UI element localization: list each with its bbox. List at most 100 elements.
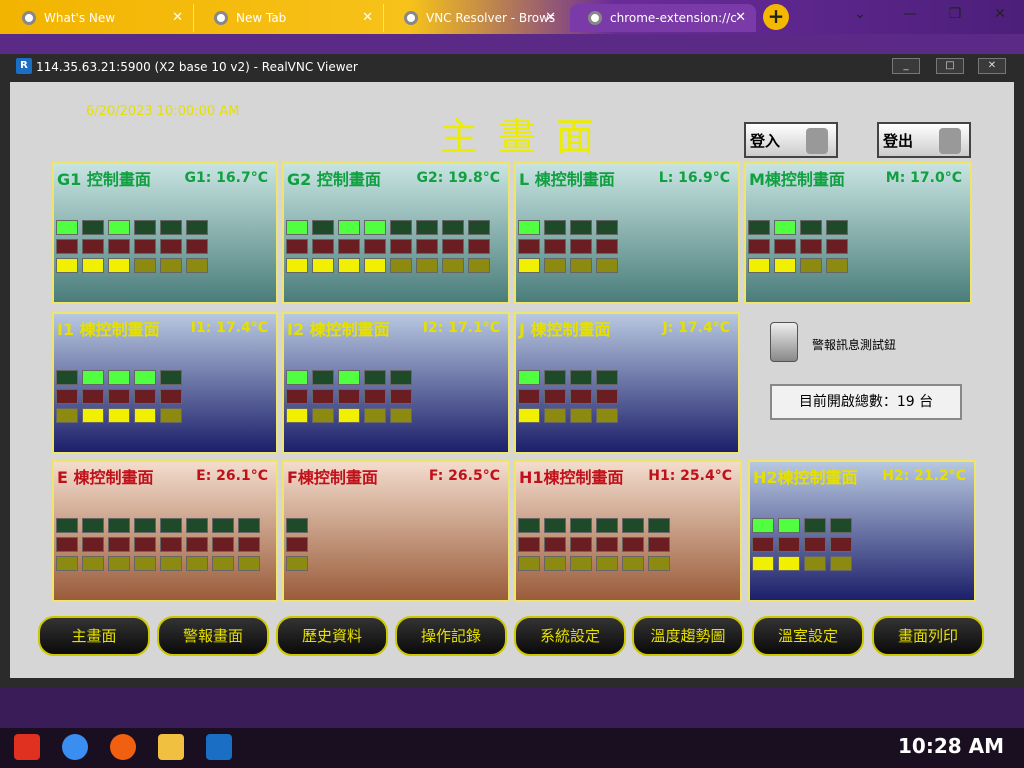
indicator xyxy=(186,537,208,552)
indicator xyxy=(830,556,852,571)
indicator xyxy=(134,537,156,552)
nav-button-2[interactable]: 歷史資料 xyxy=(276,616,388,656)
indicator xyxy=(160,556,182,571)
minimize-icon[interactable]: — xyxy=(900,6,920,22)
logout-button[interactable]: 登出 xyxy=(877,122,971,158)
chevron-down-icon[interactable]: ⌄ xyxy=(850,6,870,22)
indicator xyxy=(160,518,182,533)
nav-button-0[interactable]: 主畫面 xyxy=(38,616,150,656)
panel-4[interactable]: I1 棟控制畫面 I1: 17.4°C xyxy=(52,312,278,454)
panel-title: J 棟控制畫面 xyxy=(519,320,611,339)
nav-button-6[interactable]: 溫室設定 xyxy=(752,616,864,656)
indicator xyxy=(212,556,234,571)
panel-3[interactable]: M棟控制畫面 M: 17.0°C xyxy=(744,162,972,304)
indicator xyxy=(518,556,540,571)
indicator xyxy=(108,556,130,571)
vnc-minimize-icon[interactable]: _ xyxy=(892,58,920,74)
indicator xyxy=(286,556,308,571)
indicator xyxy=(800,258,822,273)
panel-title: H1棟控制畫面 xyxy=(519,468,624,487)
chrome-icon[interactable] xyxy=(62,734,88,760)
indicator xyxy=(544,556,566,571)
indicator xyxy=(596,518,618,533)
indicator xyxy=(312,258,334,273)
browser-toolbar xyxy=(0,34,1024,54)
nav-button-7[interactable]: 畫面列印 xyxy=(872,616,984,656)
indicator xyxy=(778,537,800,552)
indicator xyxy=(570,537,592,552)
indicator xyxy=(312,389,334,404)
panel-6[interactable]: J 棟控制畫面 J: 17.4°C xyxy=(514,312,740,454)
firefox-icon[interactable] xyxy=(110,734,136,760)
panel-9[interactable]: H1棟控制畫面 H1: 25.4°C xyxy=(514,460,742,602)
indicator xyxy=(622,556,644,571)
folder-icon[interactable] xyxy=(158,734,184,760)
tab-new-tab[interactable]: New Tab ✕ xyxy=(196,4,384,32)
nav-button-5[interactable]: 溫度趨勢圖 xyxy=(632,616,744,656)
indicator xyxy=(830,537,852,552)
maximize-icon[interactable]: ❐ xyxy=(945,6,965,22)
panel-10[interactable]: H2棟控制畫面 H2: 21.2°C xyxy=(748,460,976,602)
panel-title: L 棟控制畫面 xyxy=(519,170,615,189)
panel-0[interactable]: G1 控制畫面 G1: 16.7°C xyxy=(52,162,278,304)
indicator xyxy=(286,220,308,235)
indicator xyxy=(390,370,412,385)
nav-button-1[interactable]: 警報畫面 xyxy=(157,616,269,656)
taskbar xyxy=(0,728,1024,768)
panel-8[interactable]: F棟控制畫面 F: 26.5°C xyxy=(282,460,510,602)
indicator xyxy=(544,220,566,235)
keys-icon xyxy=(806,128,828,154)
panel-5[interactable]: I2 棟控制畫面 I2: 17.1°C xyxy=(282,312,510,454)
vnc-maximize-icon[interactable]: □ xyxy=(936,58,964,74)
close-icon[interactable]: ✕ xyxy=(545,4,556,32)
nav-button-3[interactable]: 操作記錄 xyxy=(395,616,507,656)
indicator xyxy=(160,239,182,254)
new-tab-button[interactable]: + xyxy=(763,4,789,30)
login-button[interactable]: 登入 xyxy=(744,122,838,158)
indicator xyxy=(82,239,104,254)
indicator xyxy=(596,408,618,423)
indicator xyxy=(774,258,796,273)
indicator xyxy=(212,518,234,533)
indicator xyxy=(748,220,770,235)
tab-vnc-resolver[interactable]: VNC Resolver - Brows ✕ xyxy=(386,4,566,32)
chrome-icon xyxy=(214,11,228,25)
indicator xyxy=(108,220,130,235)
indicator xyxy=(390,408,412,423)
panel-title: G2 控制畫面 xyxy=(287,170,381,189)
panel-temp: G2: 19.8°C xyxy=(416,170,500,186)
indicator xyxy=(364,389,386,404)
close-icon[interactable]: ✕ xyxy=(362,4,373,32)
panel-title: E 棟控制畫面 xyxy=(57,468,154,487)
realvnc-icon[interactable] xyxy=(206,734,232,760)
indicator xyxy=(286,370,308,385)
panel-2[interactable]: L 棟控制畫面 L: 16.9°C xyxy=(514,162,740,304)
close-icon[interactable]: ✕ xyxy=(172,4,183,32)
indicator xyxy=(134,556,156,571)
indicator xyxy=(108,239,130,254)
vnc-close-icon[interactable]: ✕ xyxy=(978,58,1006,74)
start-icon[interactable] xyxy=(14,734,40,760)
indicator-grid xyxy=(518,518,670,571)
indicator xyxy=(56,239,78,254)
indicator xyxy=(570,556,592,571)
indicator xyxy=(518,258,540,273)
indicator xyxy=(56,389,78,404)
tab-chrome-extension[interactable]: chrome-extension://c ✕ xyxy=(570,4,756,32)
indicator xyxy=(186,518,208,533)
indicator-grid xyxy=(518,220,618,273)
close-icon[interactable]: ✕ xyxy=(735,4,746,32)
indicator xyxy=(570,258,592,273)
indicator xyxy=(544,408,566,423)
panel-7[interactable]: E 棟控制畫面 E: 26.1°C xyxy=(52,460,278,602)
nav-button-4[interactable]: 系統設定 xyxy=(514,616,626,656)
indicator xyxy=(752,518,774,533)
indicator xyxy=(286,239,308,254)
panel-1[interactable]: G2 控制畫面 G2: 19.8°C xyxy=(282,162,510,304)
tab-whats-new[interactable]: What's New ✕ xyxy=(4,4,194,32)
close-window-icon[interactable]: ✕ xyxy=(990,6,1010,22)
clock: 10:28 AM xyxy=(898,734,1005,758)
alarm-test-icon[interactable] xyxy=(770,322,798,362)
indicator xyxy=(648,556,670,571)
panel-temp: I2: 17.1°C xyxy=(422,320,500,336)
